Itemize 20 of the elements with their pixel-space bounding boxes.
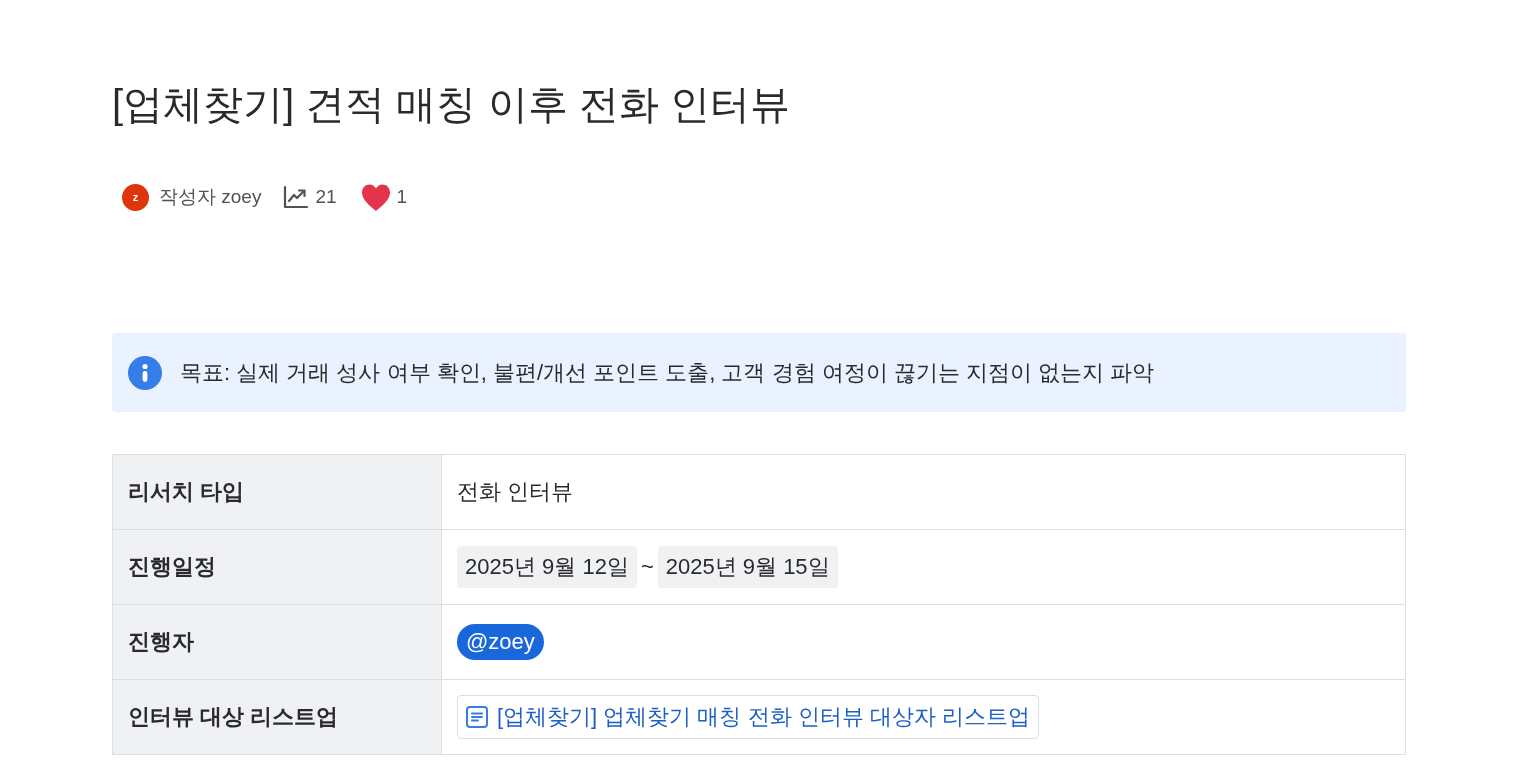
author-label: 작성자 zoey [159,185,262,209]
date-chip[interactable]: 2025년 9월 12일 [457,546,637,588]
like-count: 1 [396,186,408,208]
header-cell: 진행자 [113,605,442,680]
range-separator: ~ [640,554,654,580]
page-title: [업체찾기] 견적 매칭 이후 전화 인터뷰 [112,81,791,128]
info-icon [128,355,162,390]
heart-icon[interactable] [360,183,391,211]
header-cell: 진행일정 [113,530,442,605]
panel-text: 목표: 실제 거래 성사 여부 확인, 불편/개선 포인트 도출, 고객 경험 여정이 끊기는 지점이 없는지 파악 [180,358,1155,387]
page-link[interactable]: [업체찾기] 업체찾기 매칭 전화 인터뷰 대상자 리스트업 [457,695,1039,739]
trend-chart-icon [283,185,310,209]
table-cell-text: 전화 인터뷰 [457,478,574,506]
user-mention[interactable]: @zoey [457,624,544,660]
header-cell: 인터뷰 대상 리스트업 [113,680,442,755]
author-avatar: z [122,183,149,211]
header-cell: 리서치 타입 [113,455,442,530]
document-icon [466,706,488,728]
date-chip[interactable]: 2025년 9월 15일 [657,546,838,588]
view-count: 21 [315,186,337,208]
